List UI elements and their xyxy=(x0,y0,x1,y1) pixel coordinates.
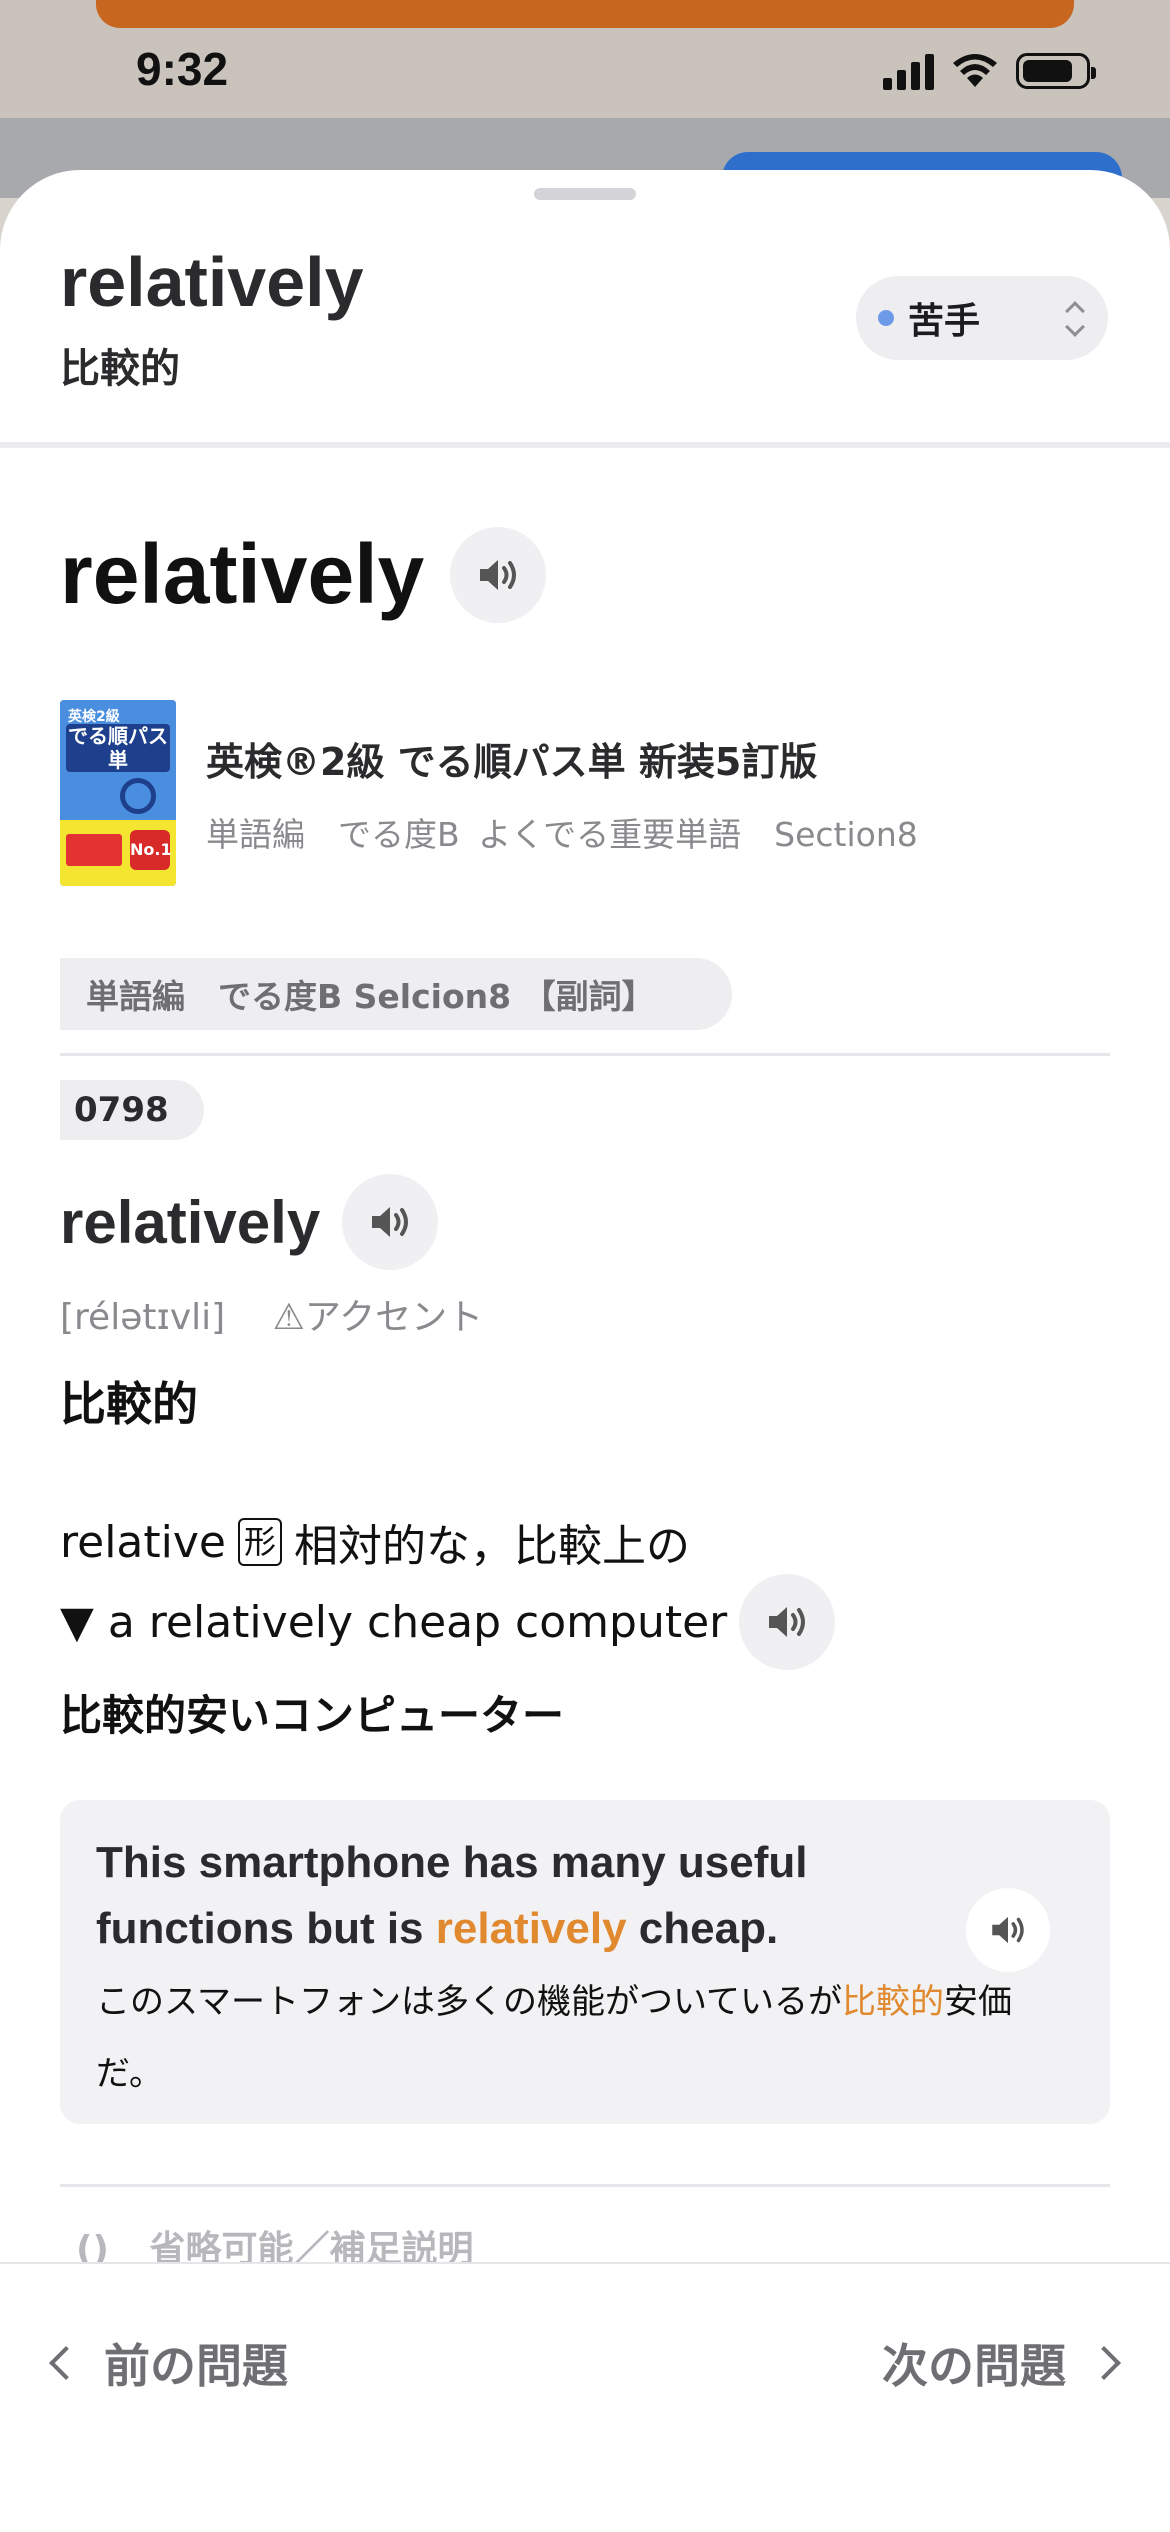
book-info: 英検®2級 でる順パス単 新装5訂版 単語編 でる度B よくでる重要単語 Sec… xyxy=(206,731,918,856)
book-cover-image: 英検2級 でる順パス単 No.1 xyxy=(60,700,176,886)
derivative-row: relative 形 相対的な，比較上の xyxy=(60,1510,690,1574)
status-icons xyxy=(883,52,1096,90)
status-time: 9:32 xyxy=(136,43,229,95)
background-banner xyxy=(96,0,1074,28)
example-en: This smartphone has many useful function… xyxy=(96,1830,956,1962)
sheet-grabber[interactable] xyxy=(534,188,636,200)
next-question-label: 次の問題 xyxy=(882,2339,1066,2393)
entry-word-row: relatively xyxy=(60,1174,439,1270)
chevron-updown-icon xyxy=(1065,298,1085,337)
proficiency-select[interactable]: 苦手 xyxy=(856,276,1108,360)
entry-audio-button[interactable] xyxy=(342,1174,439,1270)
entry-number: 0798 xyxy=(60,1080,204,1140)
next-question-button[interactable]: 次の問題 xyxy=(882,2330,1124,2396)
chevron-left-icon xyxy=(49,2346,83,2380)
book-meta: 単語編 でる度B よくでる重要単語 Section8 xyxy=(206,814,918,854)
previous-question-button[interactable]: 前の問題 xyxy=(46,2330,288,2396)
header-divider xyxy=(0,442,1170,448)
sheet-subtitle: 比較的 xyxy=(60,346,180,392)
headword-audio-button[interactable] xyxy=(450,526,547,623)
speaker-icon xyxy=(372,1207,409,1237)
proficiency-value: 苦手 xyxy=(908,301,981,342)
accent-note: ⚠アクセント xyxy=(272,1297,484,1338)
book-cover-label: でる順パス単 xyxy=(66,724,170,772)
entry-word: relatively xyxy=(60,1188,321,1256)
derivative-word: relative xyxy=(60,1516,226,1568)
example-audio-button[interactable] xyxy=(966,1888,1050,1972)
part-of-speech-badge: 形 xyxy=(237,1518,282,1566)
speaker-icon xyxy=(480,559,517,590)
pronunciation: [rélətɪvli] xyxy=(60,1297,226,1338)
book-title: 英検®2級 でる順パス単 新装5訂版 xyxy=(206,739,818,784)
phrase-en: a relatively cheap computer xyxy=(107,1596,728,1648)
example-sentence-card: This smartphone has many useful function… xyxy=(60,1800,1110,2124)
sheet-header: relatively 比較的 xyxy=(60,242,364,394)
entry-meaning: 比較的 xyxy=(60,1377,198,1431)
chevron-right-icon xyxy=(1087,2346,1121,2380)
sheet-title: relatively xyxy=(60,243,364,321)
speaker-icon xyxy=(992,1916,1024,1944)
bottom-navigation: 前の問題 次の問題 xyxy=(0,2262,1170,2532)
headword: relatively xyxy=(60,527,425,621)
example-en-highlight: relatively xyxy=(435,1904,627,1953)
derivative-meaning: 相対的な，比較上の xyxy=(293,1521,690,1572)
example-ja-text: このスマートフォンは多くの機能がついているが xyxy=(96,1982,842,2022)
phrase-marker: ▼ xyxy=(60,1596,94,1648)
pronunciation-row: [rélətɪvli] ⚠アクセント xyxy=(60,1288,483,1340)
book-source[interactable]: 英検2級 でる順パス単 No.1 英検®2級 でる順パス単 新装5訂版 単語編 … xyxy=(60,700,918,886)
section-divider xyxy=(60,1053,1110,1056)
legend-divider xyxy=(60,2184,1110,2187)
section-label: 単語編 でる度B Selcion8 【副詞】 xyxy=(60,958,732,1030)
phrase-ja: 比較的安いコンピューター xyxy=(60,1691,565,1740)
battery-icon xyxy=(1016,53,1096,89)
phrase-audio-button[interactable] xyxy=(739,1574,836,1670)
previous-question-label: 前の問題 xyxy=(104,2339,288,2393)
example-en-text-end: cheap. xyxy=(626,1904,779,1953)
wifi-icon xyxy=(953,54,997,87)
speaker-icon xyxy=(769,1607,806,1637)
signal-icon xyxy=(883,52,934,90)
status-dot xyxy=(878,310,894,326)
word-detail-sheet: relatively 比較的 苦手 xyxy=(0,170,1170,2532)
headword-row: relatively xyxy=(60,526,547,623)
example-ja-highlight: 比較的 xyxy=(841,1982,944,2022)
book-cover-badge: No.1 xyxy=(130,830,172,870)
phrase-row: ▼ a relatively cheap computer xyxy=(60,1574,836,1670)
example-ja: このスマートフォンは多くの機能がついているが比較的安価だ。 xyxy=(96,1966,1056,2110)
book-cover-series: 英検2級 xyxy=(68,709,120,725)
